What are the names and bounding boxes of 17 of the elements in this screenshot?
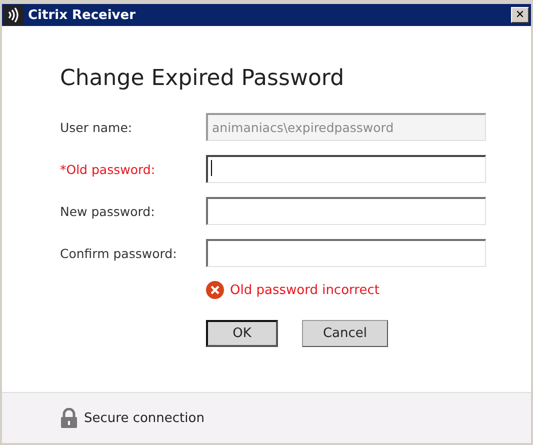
field-label: *Old password: [60,162,156,176]
field-label: New password: [60,204,156,218]
app-logo-icon [4,5,24,25]
input-field[interactable] [206,197,486,225]
input-field[interactable] [206,155,486,183]
cancel-button[interactable]: Cancel [302,320,388,347]
input-field[interactable] [206,239,486,267]
field-label: User name: [60,120,134,134]
error-icon [206,281,224,299]
lock-icon [60,408,78,428]
error-message: Old password incorrect [230,282,380,298]
secure-connection-text: Secure connection [84,410,204,426]
field-label: Confirm password: [60,246,178,260]
dialog-heading: Change Expired Password [60,66,346,91]
ok-button[interactable]: OK [206,320,278,347]
window-title: Citrix Receiver [28,8,136,22]
close-button[interactable]: ✕ [511,7,529,23]
